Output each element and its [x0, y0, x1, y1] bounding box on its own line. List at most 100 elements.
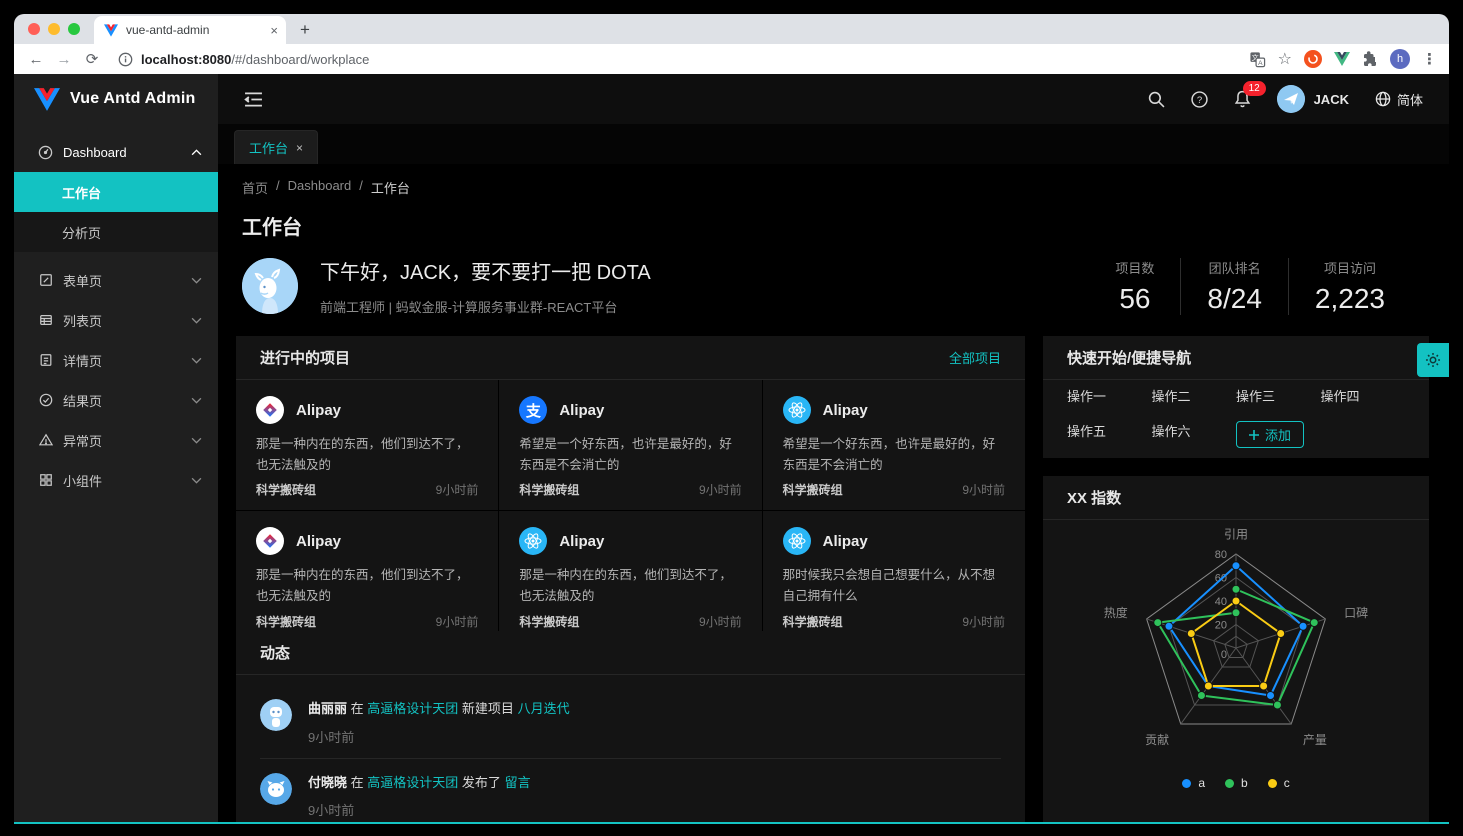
address-bar[interactable]: localhost:8080/#/dashboard/workplace: [108, 52, 1245, 67]
project-name[interactable]: Alipay: [296, 402, 341, 419]
sidebar-item-details[interactable]: 详情页: [14, 340, 218, 380]
feed-target-link[interactable]: 八月迭代: [518, 701, 570, 716]
browser-profile-avatar[interactable]: h: [1390, 49, 1410, 69]
extension-orange-icon[interactable]: [1304, 50, 1322, 68]
sidebar-item-widgets[interactable]: 小组件: [14, 460, 218, 500]
stat-value: 8/24: [1207, 283, 1262, 315]
all-projects-link[interactable]: 全部项目: [949, 348, 1001, 367]
project-group[interactable]: 科学搬砖组: [519, 613, 579, 630]
new-tab-button[interactable]: +: [286, 20, 310, 44]
vue-favicon-icon: [104, 24, 118, 37]
quick-action-6[interactable]: 操作六: [1152, 421, 1237, 448]
quicknav-panel: 快速开始/便捷导航 操作一 操作二 操作三 操作四 操作五 操作六 添加: [1043, 336, 1429, 458]
svg-text:20: 20: [1215, 620, 1227, 632]
language-switcher[interactable]: 简体: [1375, 90, 1423, 109]
content-area: 工作台 × 首页 / Dashboard / 工作台 工作台: [218, 124, 1449, 824]
refresh-icon[interactable]: ⟳: [80, 50, 104, 68]
project-group[interactable]: 科学搬砖组: [783, 481, 843, 498]
project-cards: Alipay 那是一种内在的东西，他们到达不了，也无法触及的 科学搬砖组 9小时…: [236, 380, 1025, 642]
notification-bell-icon[interactable]: 12: [1234, 90, 1251, 108]
back-icon[interactable]: ←: [24, 51, 48, 68]
sidebar-item-label: 详情页: [63, 351, 181, 370]
project-card[interactable]: Alipay 那是一种内在的东西，他们到达不了，也无法触及的 科学搬砖组 9小时…: [499, 511, 761, 641]
react-logo-icon: [519, 527, 547, 555]
tab-close-icon[interactable]: ×: [270, 23, 278, 38]
profile-icon: [38, 353, 53, 367]
search-icon[interactable]: [1148, 91, 1165, 108]
feed-item: 付晓晓 在 高逼格设计天团 发布了 留言 9小时前: [260, 759, 1001, 825]
legend-item-c[interactable]: c: [1268, 776, 1290, 790]
project-card[interactable]: Alipay 希望是一个好东西，也许是最好的，好东西是不会消亡的 科学搬砖组 9…: [763, 380, 1025, 510]
quick-action-1[interactable]: 操作一: [1067, 386, 1152, 405]
minimize-window-button[interactable]: [48, 23, 60, 35]
project-group[interactable]: 科学搬砖组: [256, 481, 316, 498]
radar-legend: a b c: [1182, 776, 1289, 790]
feed-user[interactable]: 付晓晓: [308, 775, 347, 790]
chevron-down-icon: [191, 477, 202, 484]
maximize-window-button[interactable]: [68, 23, 80, 35]
feed-target-link[interactable]: 留言: [505, 775, 531, 790]
dashboard-icon: [38, 145, 53, 160]
project-name[interactable]: Alipay: [559, 533, 604, 550]
svg-text:A: A: [1258, 59, 1263, 66]
page-info-icon[interactable]: [118, 52, 133, 67]
project-name[interactable]: Alipay: [296, 533, 341, 550]
sidebar-item-workplace[interactable]: 工作台: [14, 172, 218, 212]
browser-tab-title: vue-antd-admin: [126, 23, 262, 37]
legend-item-a[interactable]: a: [1182, 776, 1205, 790]
app-logo-area[interactable]: Vue Antd Admin: [14, 74, 218, 124]
translate-icon[interactable]: 文A: [1249, 51, 1266, 68]
user-menu[interactable]: JACK: [1277, 85, 1349, 113]
feed-group-link[interactable]: 高逼格设计天团: [367, 701, 458, 716]
bookmark-star-icon[interactable]: ☆: [1278, 49, 1292, 69]
extensions-puzzle-icon[interactable]: [1362, 51, 1378, 67]
breadcrumb-dashboard[interactable]: Dashboard: [288, 178, 352, 197]
sidebar: Dashboard 工作台 分析页 表单页: [14, 124, 218, 824]
feed-group-link[interactable]: 高逼格设计天团: [367, 775, 458, 790]
chevron-down-icon: [191, 277, 202, 284]
settings-gear-button[interactable]: [1417, 343, 1449, 377]
project-card[interactable]: Alipay 那是一种内在的东西，他们到达不了，也无法触及的 科学搬砖组 9小时…: [236, 380, 498, 510]
vue-devtools-icon[interactable]: [1334, 52, 1350, 66]
sidebar-item-lists[interactable]: 列表页: [14, 300, 218, 340]
feed-user[interactable]: 曲丽丽: [308, 701, 347, 716]
sidebar-item-results[interactable]: 结果页: [14, 380, 218, 420]
project-group[interactable]: 科学搬砖组: [519, 481, 579, 498]
forward-icon[interactable]: →: [52, 51, 76, 68]
sidebar-item-analysis[interactable]: 分析页: [14, 212, 218, 252]
project-name[interactable]: Alipay: [823, 533, 868, 550]
greeting-subtitle: 前端工程师 | 蚂蚁金服-计算服务事业群-REACT平台: [320, 297, 651, 316]
appstore-icon: [38, 473, 53, 487]
project-card[interactable]: Alipay 那时候我只会想自己想要什么，从不想自己拥有什么 科学搬砖组 9小时…: [763, 511, 1025, 641]
language-label: 简体: [1397, 90, 1423, 109]
close-window-button[interactable]: [28, 23, 40, 35]
react-logo-icon: [783, 396, 811, 424]
sidebar-item-dashboard[interactable]: Dashboard: [14, 132, 218, 172]
projects-title: 进行中的项目: [260, 347, 350, 368]
notification-badge: 12: [1243, 81, 1266, 96]
project-name[interactable]: Alipay: [559, 402, 604, 419]
sidebar-item-label: 分析页: [62, 223, 202, 242]
svg-text:80: 80: [1215, 549, 1227, 561]
tab-workplace[interactable]: 工作台 ×: [234, 130, 318, 164]
project-group[interactable]: 科学搬砖组: [783, 613, 843, 630]
sidebar-item-forms[interactable]: 表单页: [14, 260, 218, 300]
breadcrumb-home[interactable]: 首页: [242, 178, 268, 197]
project-card[interactable]: 支 Alipay 希望是一个好东西，也许是最好的，好东西是不会消亡的 科学搬砖组…: [499, 380, 761, 510]
add-action-button[interactable]: 添加: [1236, 421, 1304, 448]
quick-action-2[interactable]: 操作二: [1152, 386, 1237, 405]
quick-action-5[interactable]: 操作五: [1067, 421, 1152, 448]
sidebar-item-exceptions[interactable]: 异常页: [14, 420, 218, 460]
project-name[interactable]: Alipay: [823, 402, 868, 419]
quick-action-4[interactable]: 操作四: [1321, 386, 1406, 405]
help-icon[interactable]: ?: [1191, 91, 1208, 108]
browser-menu-icon[interactable]: ⋮: [1422, 50, 1437, 68]
browser-tab[interactable]: vue-antd-admin ×: [94, 16, 286, 44]
check-circle-icon: [38, 393, 53, 407]
legend-item-b[interactable]: b: [1225, 776, 1248, 790]
menu-fold-button[interactable]: [218, 74, 263, 124]
project-card[interactable]: Alipay 那是一种内在的东西，他们到达不了，也无法触及的 科学搬砖组 9小时…: [236, 511, 498, 641]
tab-close-icon[interactable]: ×: [296, 141, 303, 155]
project-group[interactable]: 科学搬砖组: [256, 613, 316, 630]
quick-action-3[interactable]: 操作三: [1236, 386, 1321, 405]
